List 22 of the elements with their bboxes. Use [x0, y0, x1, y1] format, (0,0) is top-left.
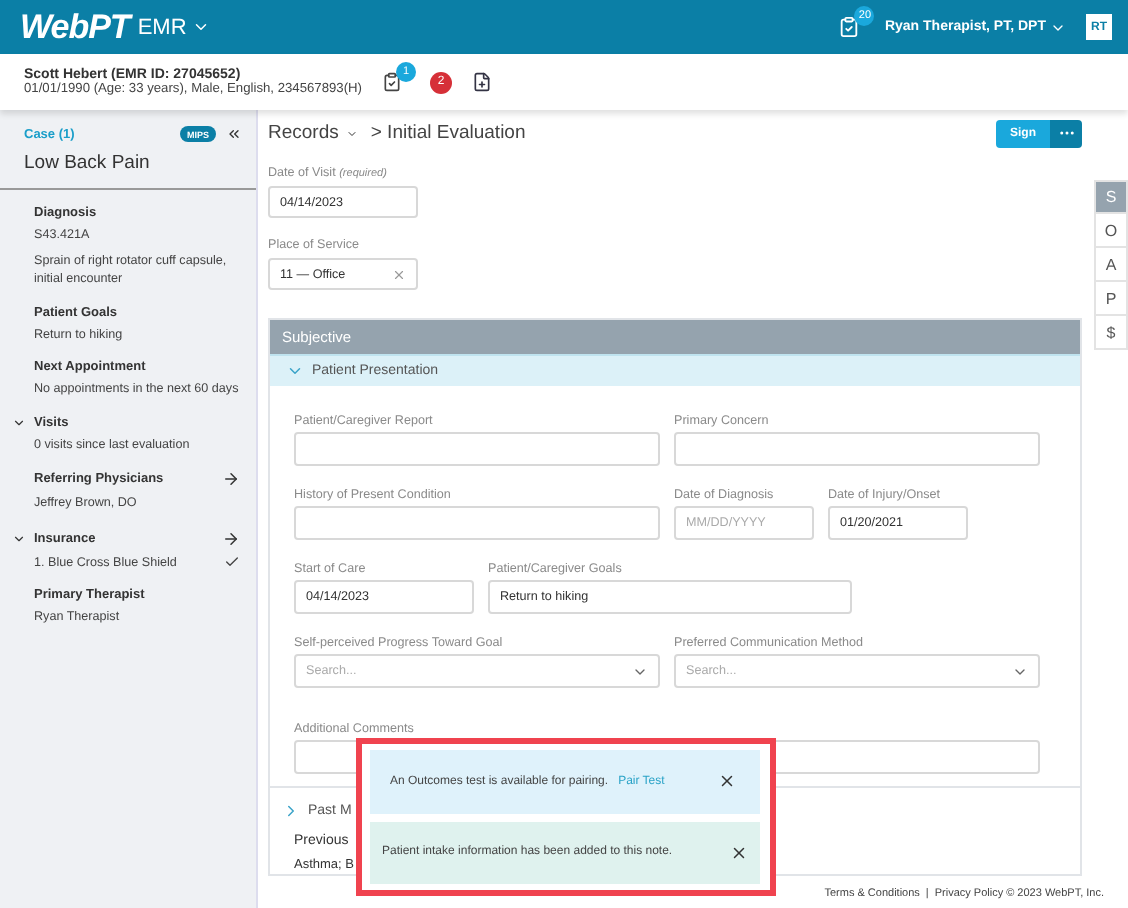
clear-icon[interactable] — [392, 267, 406, 281]
soap-tab[interactable]: O — [1094, 214, 1128, 248]
add-document-icon[interactable] — [471, 72, 492, 92]
arrow-right-icon[interactable] — [222, 470, 240, 488]
chevron-down-icon[interactable] — [12, 415, 26, 429]
chevron-down-icon[interactable] — [12, 531, 26, 545]
chevron-down-icon[interactable] — [192, 18, 211, 36]
breadcrumb-link[interactable]: Records — [268, 122, 339, 144]
close-icon[interactable] — [730, 843, 748, 862]
case-title: Low Back Pain — [0, 142, 256, 190]
breadcrumb-current: > Initial Evaluation — [370, 122, 526, 144]
caret-icon[interactable] — [346, 127, 359, 139]
arrow-right-icon[interactable] — [222, 529, 240, 547]
soap-tab[interactable]: A — [1094, 248, 1128, 282]
soap-tab[interactable]: P — [1094, 282, 1128, 316]
tasks-icon[interactable] — [381, 72, 402, 92]
more-button[interactable] — [1050, 119, 1082, 147]
product-name[interactable]: EMR — [137, 15, 187, 39]
close-icon[interactable] — [718, 772, 736, 791]
logo[interactable]: WebPT — [20, 7, 130, 47]
collapse-icon[interactable] — [226, 126, 242, 142]
soap-tab[interactable]: $ — [1094, 316, 1128, 350]
